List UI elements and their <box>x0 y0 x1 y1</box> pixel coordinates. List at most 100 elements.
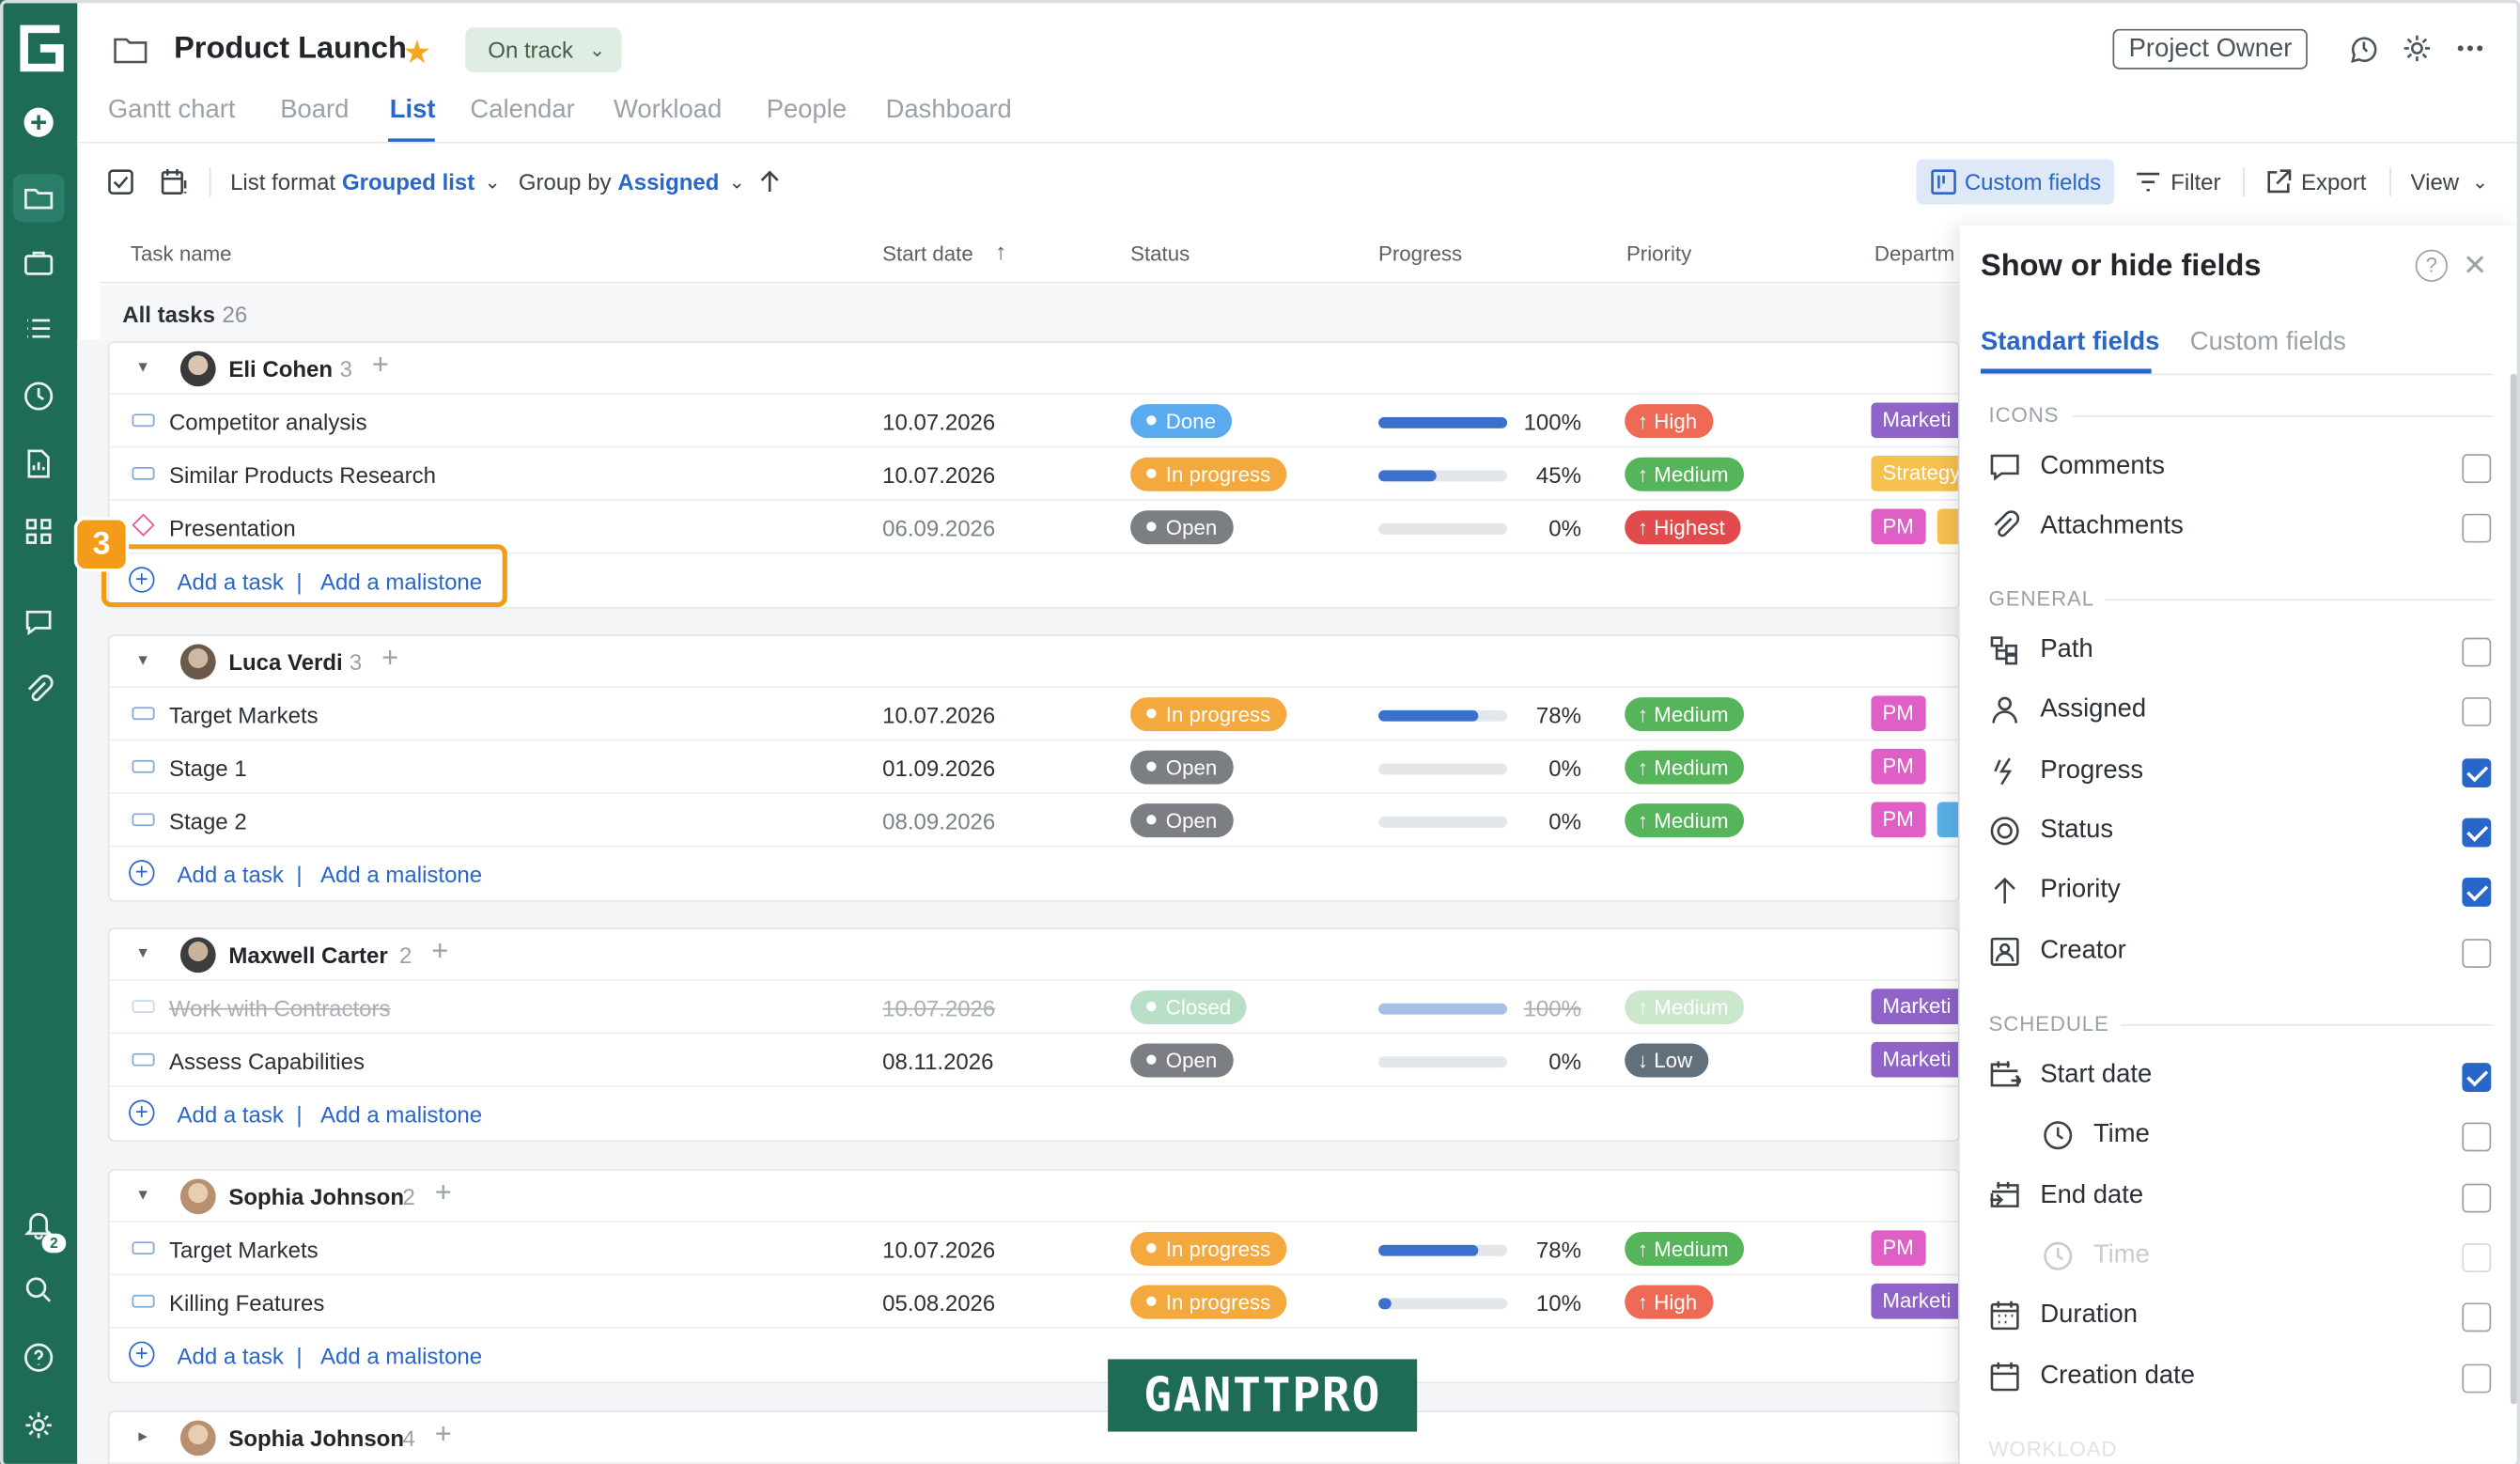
field-row-creator[interactable]: Creator <box>1989 929 2498 977</box>
select-all-checkbox-icon[interactable] <box>106 155 135 210</box>
add-project-icon[interactable] <box>0 99 77 147</box>
reports-icon[interactable] <box>0 440 77 488</box>
priority-badge[interactable]: ↑ Highest <box>1625 510 1741 545</box>
task-start-date[interactable]: 10.07.2026 <box>882 1237 995 1262</box>
task-start-date[interactable]: 10.07.2026 <box>882 995 995 1020</box>
search-icon[interactable] <box>0 1266 77 1314</box>
status-badge[interactable]: Open <box>1130 510 1234 545</box>
status-badge[interactable]: Open <box>1130 803 1234 838</box>
department-tag[interactable]: PM <box>1871 695 1925 732</box>
status-badge[interactable]: In progress <box>1130 697 1287 732</box>
field-visibility-checkbox[interactable] <box>2462 1183 2492 1213</box>
export-button[interactable]: Export <box>2264 155 2366 210</box>
task-name[interactable]: Competitor analysis <box>169 409 367 434</box>
dashboard-icon[interactable] <box>0 507 77 555</box>
task-name[interactable]: Assess Capabilities <box>169 1049 365 1074</box>
task-start-date[interactable]: 05.08.2026 <box>882 1290 995 1316</box>
add-circle-icon[interactable]: + <box>129 860 155 886</box>
field-visibility-checkbox[interactable] <box>2462 1363 2492 1394</box>
field-visibility-checkbox[interactable] <box>2462 1302 2492 1332</box>
caret-down-icon[interactable]: ▾ <box>138 649 147 670</box>
panel-scrollbar[interactable] <box>2510 373 2517 1405</box>
group-by-dropdown[interactable]: Group by Assigned ⌄ <box>519 155 745 210</box>
priority-badge[interactable]: ↓ Low <box>1625 1043 1709 1078</box>
priority-badge[interactable]: ↑ Medium <box>1625 803 1745 838</box>
department-tag[interactable]: Marketi <box>1871 1283 1958 1319</box>
department-tag[interactable]: PM <box>1871 802 1925 838</box>
field-row-status[interactable]: Status <box>1989 808 2498 856</box>
department-tag[interactable]: Strategy <box>1871 456 1958 491</box>
field-row-time[interactable]: Time <box>1989 1113 2498 1160</box>
project-settings-gear-icon[interactable] <box>2401 32 2433 64</box>
projects-icon[interactable] <box>12 174 65 223</box>
task-name[interactable]: Target Markets <box>169 1237 319 1262</box>
priority-badge[interactable]: ↑ Medium <box>1625 457 1745 491</box>
field-visibility-checkbox[interactable] <box>2462 454 2492 484</box>
date-filter-icon[interactable] <box>160 155 189 210</box>
task-start-date[interactable]: 10.07.2026 <box>882 409 995 434</box>
status-badge[interactable]: In progress <box>1130 457 1287 491</box>
task-name[interactable]: Stage 1 <box>169 755 247 781</box>
department-tag[interactable]: Marketi <box>1871 402 1958 439</box>
field-visibility-checkbox[interactable] <box>2462 878 2492 907</box>
priority-badge[interactable]: ↑ Medium <box>1625 750 1745 785</box>
field-visibility-checkbox[interactable] <box>2462 697 2492 726</box>
field-visibility-checkbox[interactable] <box>2462 939 2492 968</box>
tab-custom-fields[interactable]: Custom fields <box>2190 329 2346 358</box>
field-row-comments[interactable]: Comments <box>1989 444 2498 492</box>
close-icon[interactable]: × <box>2464 243 2486 288</box>
help-circle-icon[interactable]: ? <box>2415 249 2448 282</box>
settings-gear-icon[interactable] <box>0 1401 77 1449</box>
status-badge[interactable]: Closed <box>1130 989 1248 1024</box>
tab-standart-fields[interactable]: Standart fields <box>1981 329 2159 358</box>
field-visibility-checkbox[interactable] <box>2462 1122 2492 1152</box>
field-row-creation-date[interactable]: Creation date <box>1989 1354 2498 1402</box>
task-start-date[interactable]: 01.09.2026 <box>882 755 995 781</box>
status-badge[interactable]: In progress <box>1130 1285 1287 1319</box>
project-owner-button[interactable]: Project Owner <box>2112 28 2309 70</box>
department-tag-overflow[interactable] <box>1937 802 1958 838</box>
department-tag-overflow[interactable] <box>1937 508 1958 545</box>
tab-people[interactable]: People <box>767 97 847 126</box>
comments-rail-icon[interactable] <box>0 598 77 646</box>
priority-badge[interactable]: ↑ Medium <box>1625 1232 1745 1267</box>
tab-gantt-chart[interactable]: Gantt chart <box>108 97 236 126</box>
status-badge[interactable]: In progress <box>1130 1232 1287 1267</box>
priority-badge[interactable]: ↑ High <box>1625 404 1714 439</box>
table-row[interactable]: Killing Features 05.08.2026 In progress 10%… <box>109 1275 1958 1329</box>
priority-badge[interactable]: ↑ High <box>1625 1285 1714 1319</box>
task-name[interactable]: Presentation <box>169 515 296 540</box>
chat-history-icon[interactable] <box>2348 32 2380 64</box>
col-department[interactable]: Departm <box>1874 241 1954 266</box>
tab-board[interactable]: Board <box>280 97 349 126</box>
add-to-group-plus-icon[interactable]: + <box>372 348 389 382</box>
table-row[interactable]: Target Markets 10.07.2026 In progress 78% ↑ … <box>109 1223 1958 1276</box>
table-row[interactable]: Stage 2 08.09.2026 Open 0% ↑ Medium PM <box>109 794 1958 848</box>
group-header[interactable]: ▾ Eli Cohen 3 + <box>109 343 1958 395</box>
col-task-name[interactable]: Task name <box>131 241 232 266</box>
project-status-dropdown[interactable]: On track ⌄ <box>465 27 622 73</box>
tab-workload[interactable]: Workload <box>614 97 722 126</box>
field-row-path[interactable]: Path <box>1989 628 2498 676</box>
department-tag[interactable]: PM <box>1871 748 1925 785</box>
table-row[interactable]: Target Markets 10.07.2026 In progress 78% ↑ … <box>109 688 1958 741</box>
group-header[interactable]: ▾ Maxwell Carter 2 + <box>109 929 1958 981</box>
task-name[interactable]: Stage 2 <box>169 808 247 833</box>
add-to-group-plus-icon[interactable]: + <box>435 1176 452 1209</box>
filter-button[interactable]: Filter <box>2134 155 2221 210</box>
table-row[interactable]: Assess Capabilities 08.11.2026 Open 0% ↓ Low… <box>109 1034 1958 1087</box>
add-task-link[interactable]: Add a task <box>178 1343 284 1368</box>
task-start-date[interactable]: 06.09.2026 <box>882 515 995 540</box>
col-progress[interactable]: Progress <box>1378 241 1462 266</box>
field-visibility-checkbox[interactable] <box>2462 758 2492 788</box>
field-visibility-checkbox[interactable] <box>2462 637 2492 667</box>
custom-fields-button[interactable]: Custom fields <box>1916 159 2114 205</box>
caret-right-icon[interactable]: ▸ <box>138 1425 147 1446</box>
add-task-link[interactable]: Add a task <box>178 862 284 887</box>
col-priority[interactable]: Priority <box>1626 241 1691 266</box>
task-start-date[interactable]: 10.07.2026 <box>882 462 995 488</box>
tab-dashboard[interactable]: Dashboard <box>886 97 1012 126</box>
attachments-rail-icon[interactable] <box>0 665 77 713</box>
list-format-dropdown[interactable]: List format Grouped list ⌄ <box>230 155 501 210</box>
add-to-group-plus-icon[interactable]: + <box>381 641 398 675</box>
